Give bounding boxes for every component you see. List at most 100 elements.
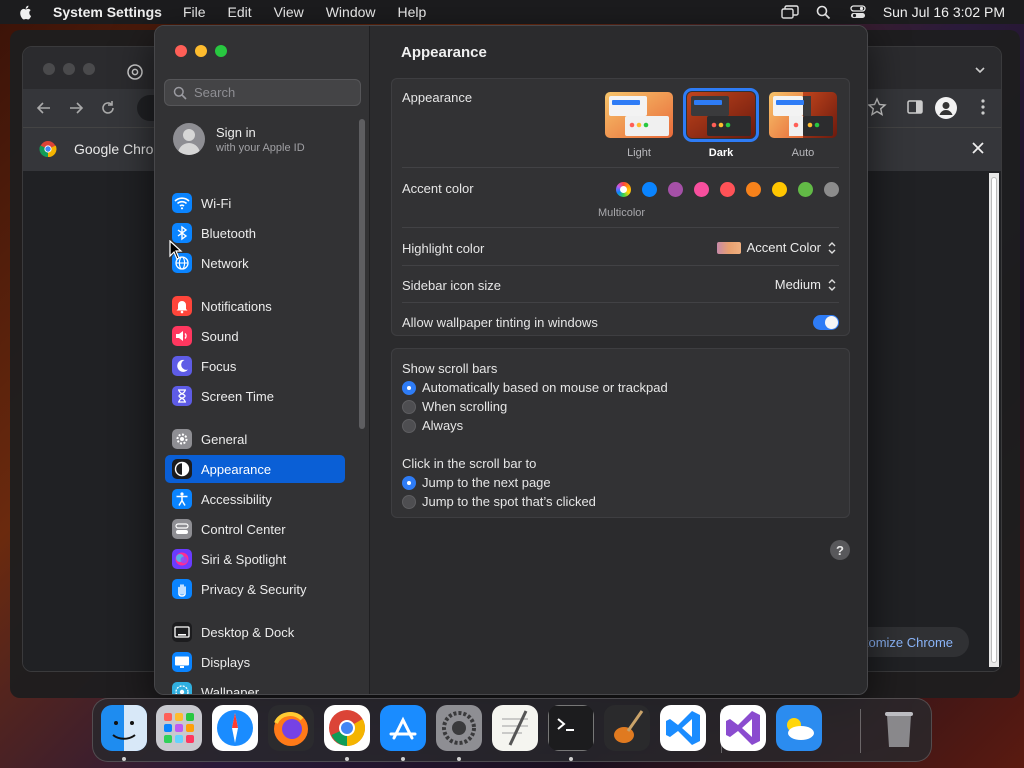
sidebar-item-displays[interactable]: Displays — [165, 648, 345, 676]
sidebar-item-notifications[interactable]: Notifications — [165, 292, 345, 320]
dock-visual-studio-icon[interactable] — [720, 705, 766, 751]
sidebar-item-screen-time[interactable]: Screen Time — [165, 382, 345, 410]
spotlight-search-icon[interactable] — [815, 3, 833, 21]
highlight-swatch — [716, 241, 741, 254]
menu-app-name[interactable]: System Settings — [53, 4, 162, 20]
sidebar-item-general[interactable]: General — [165, 425, 345, 453]
appearance-settings-group: Appearance Light Dark Auto Accent color … — [391, 78, 850, 336]
accent-selected-label: Multicolor — [598, 207, 646, 219]
dock-terminal-icon[interactable] — [548, 705, 594, 751]
dock-system-settings-icon[interactable] — [436, 705, 482, 751]
dock-trash-icon[interactable] — [876, 705, 922, 751]
sidebar-item-focus[interactable]: Focus — [165, 352, 345, 380]
dock-safari-icon[interactable] — [212, 705, 258, 751]
scroll-bars-always-option[interactable]: Always — [402, 418, 463, 433]
accent-swatch[interactable] — [668, 182, 683, 197]
radio-button[interactable] — [402, 380, 416, 395]
sidebar-item-label: Screen Time — [201, 388, 274, 404]
scroll-bars-auto-option[interactable]: Automatically based on mouse or trackpad — [402, 380, 668, 395]
more-menu-icon[interactable] — [973, 97, 993, 117]
forward-arrow-icon[interactable] — [67, 99, 85, 117]
scroll-bars-when-scrolling-option[interactable]: When scrolling — [402, 399, 507, 414]
window-zoom-button[interactable] — [215, 45, 227, 57]
sidebar-item-desktop-dock[interactable]: Desktop & Dock — [165, 618, 345, 646]
menu-file[interactable]: File — [183, 4, 206, 20]
wifi-icon — [172, 193, 192, 213]
sidebar-item-privacy-security[interactable]: Privacy & Security — [165, 575, 345, 603]
dock-weather-icon[interactable] — [776, 705, 822, 751]
apple-logo-icon[interactable] — [17, 3, 35, 21]
chrome-close-button[interactable] — [43, 63, 55, 75]
apple-id-signin[interactable]: Sign in with your Apple ID — [173, 123, 305, 155]
profile-avatar-icon[interactable] — [935, 97, 957, 119]
sidebar-item-bluetooth[interactable]: Bluetooth — [165, 219, 345, 247]
sidebar-item-control-center[interactable]: Control Center — [165, 515, 345, 543]
sidebar-item-label: Siri & Spotlight — [201, 551, 287, 567]
sidebar-item-sound[interactable]: Sound — [165, 322, 345, 350]
chevron-down-icon[interactable] — [973, 63, 987, 77]
dock-visual-studio-code-icon[interactable] — [660, 705, 706, 751]
sidebar-scrollbar[interactable] — [359, 119, 365, 429]
chrome-minimize-button[interactable] — [63, 63, 75, 75]
click-spot-option[interactable]: Jump to the spot that’s clicked — [402, 494, 596, 509]
dock-app-store-icon[interactable] — [380, 705, 426, 751]
bookmark-star-icon[interactable] — [867, 97, 887, 117]
appearance-light-option[interactable] — [605, 92, 673, 138]
window-close-button[interactable] — [175, 45, 187, 57]
back-arrow-icon[interactable] — [35, 99, 53, 117]
dock-launchpad-icon[interactable] — [156, 705, 202, 751]
accent-swatch[interactable] — [798, 182, 813, 197]
help-button[interactable]: ? — [830, 540, 850, 560]
sidebar-item-siri-spotlight[interactable]: Siri & Spotlight — [165, 545, 345, 573]
appearance-auto-option[interactable] — [769, 92, 837, 138]
chrome-tab-favicon-icon[interactable] — [127, 64, 143, 80]
screen-mirroring-icon[interactable] — [781, 3, 799, 21]
accent-swatch[interactable] — [772, 182, 787, 197]
wallpaper-tinting-toggle[interactable] — [813, 315, 839, 330]
radio-button[interactable] — [402, 494, 416, 509]
menu-view[interactable]: View — [274, 4, 304, 20]
menu-window[interactable]: Window — [326, 4, 376, 20]
dock-running-indicator — [569, 757, 573, 761]
close-icon[interactable] — [971, 141, 985, 155]
control-center-menu-icon[interactable] — [849, 3, 867, 21]
menu-help[interactable]: Help — [398, 4, 427, 20]
chrome-scrollbar[interactable] — [989, 173, 999, 667]
sidebar-item-network[interactable]: Network — [165, 249, 345, 277]
accent-swatch[interactable] — [746, 182, 761, 197]
sidebar-item-wi-fi[interactable]: Wi-Fi — [165, 189, 345, 217]
search-field[interactable]: Search — [164, 79, 361, 106]
sidebar-icon-size-label: Sidebar icon size — [402, 278, 501, 293]
sidebar-item-label: Displays — [201, 654, 251, 670]
click-next-page-option[interactable]: Jump to the next page — [402, 475, 551, 490]
dock-finder-icon[interactable] — [101, 705, 147, 751]
wallpaper-tinting-label: Allow wallpaper tinting in windows — [402, 315, 598, 330]
side-panel-icon[interactable] — [905, 97, 925, 117]
sidebar-item-label: Desktop & Dock — [201, 624, 295, 640]
radio-button[interactable] — [402, 418, 416, 433]
accent-swatch[interactable] — [642, 182, 657, 197]
accent-swatch[interactable] — [824, 182, 839, 197]
radio-button[interactable] — [402, 399, 416, 414]
accent-swatch[interactable] — [694, 182, 709, 197]
dock-garageband-icon[interactable] — [604, 705, 650, 751]
appearance-dark-option[interactable] — [683, 88, 759, 142]
sidebar-icon-size-popup[interactable]: Medium — [775, 277, 837, 292]
window-minimize-button[interactable] — [195, 45, 207, 57]
sidebar-item-wallpaper[interactable]: Wallpaper — [165, 678, 345, 694]
highlight-color-popup[interactable]: Accent Color — [716, 240, 837, 255]
icon-size-value: Medium — [774, 277, 821, 292]
scrollbar-thumb[interactable] — [991, 177, 997, 663]
chrome-zoom-button[interactable] — [83, 63, 95, 75]
dock-firefox-icon[interactable] — [268, 705, 314, 751]
reload-icon[interactable] — [99, 99, 117, 117]
sidebar-item-appearance[interactable]: Appearance — [165, 455, 345, 483]
radio-button[interactable] — [402, 475, 416, 490]
dock-google-chrome-icon[interactable] — [324, 705, 370, 751]
accent-swatch[interactable] — [720, 182, 735, 197]
accent-swatch-multicolor[interactable] — [616, 182, 631, 197]
menu-clock[interactable]: Sun Jul 16 3:02 PM — [883, 4, 1005, 20]
dock-textedit-icon[interactable] — [492, 705, 538, 751]
menu-edit[interactable]: Edit — [228, 4, 252, 20]
sidebar-item-accessibility[interactable]: Accessibility — [165, 485, 345, 513]
